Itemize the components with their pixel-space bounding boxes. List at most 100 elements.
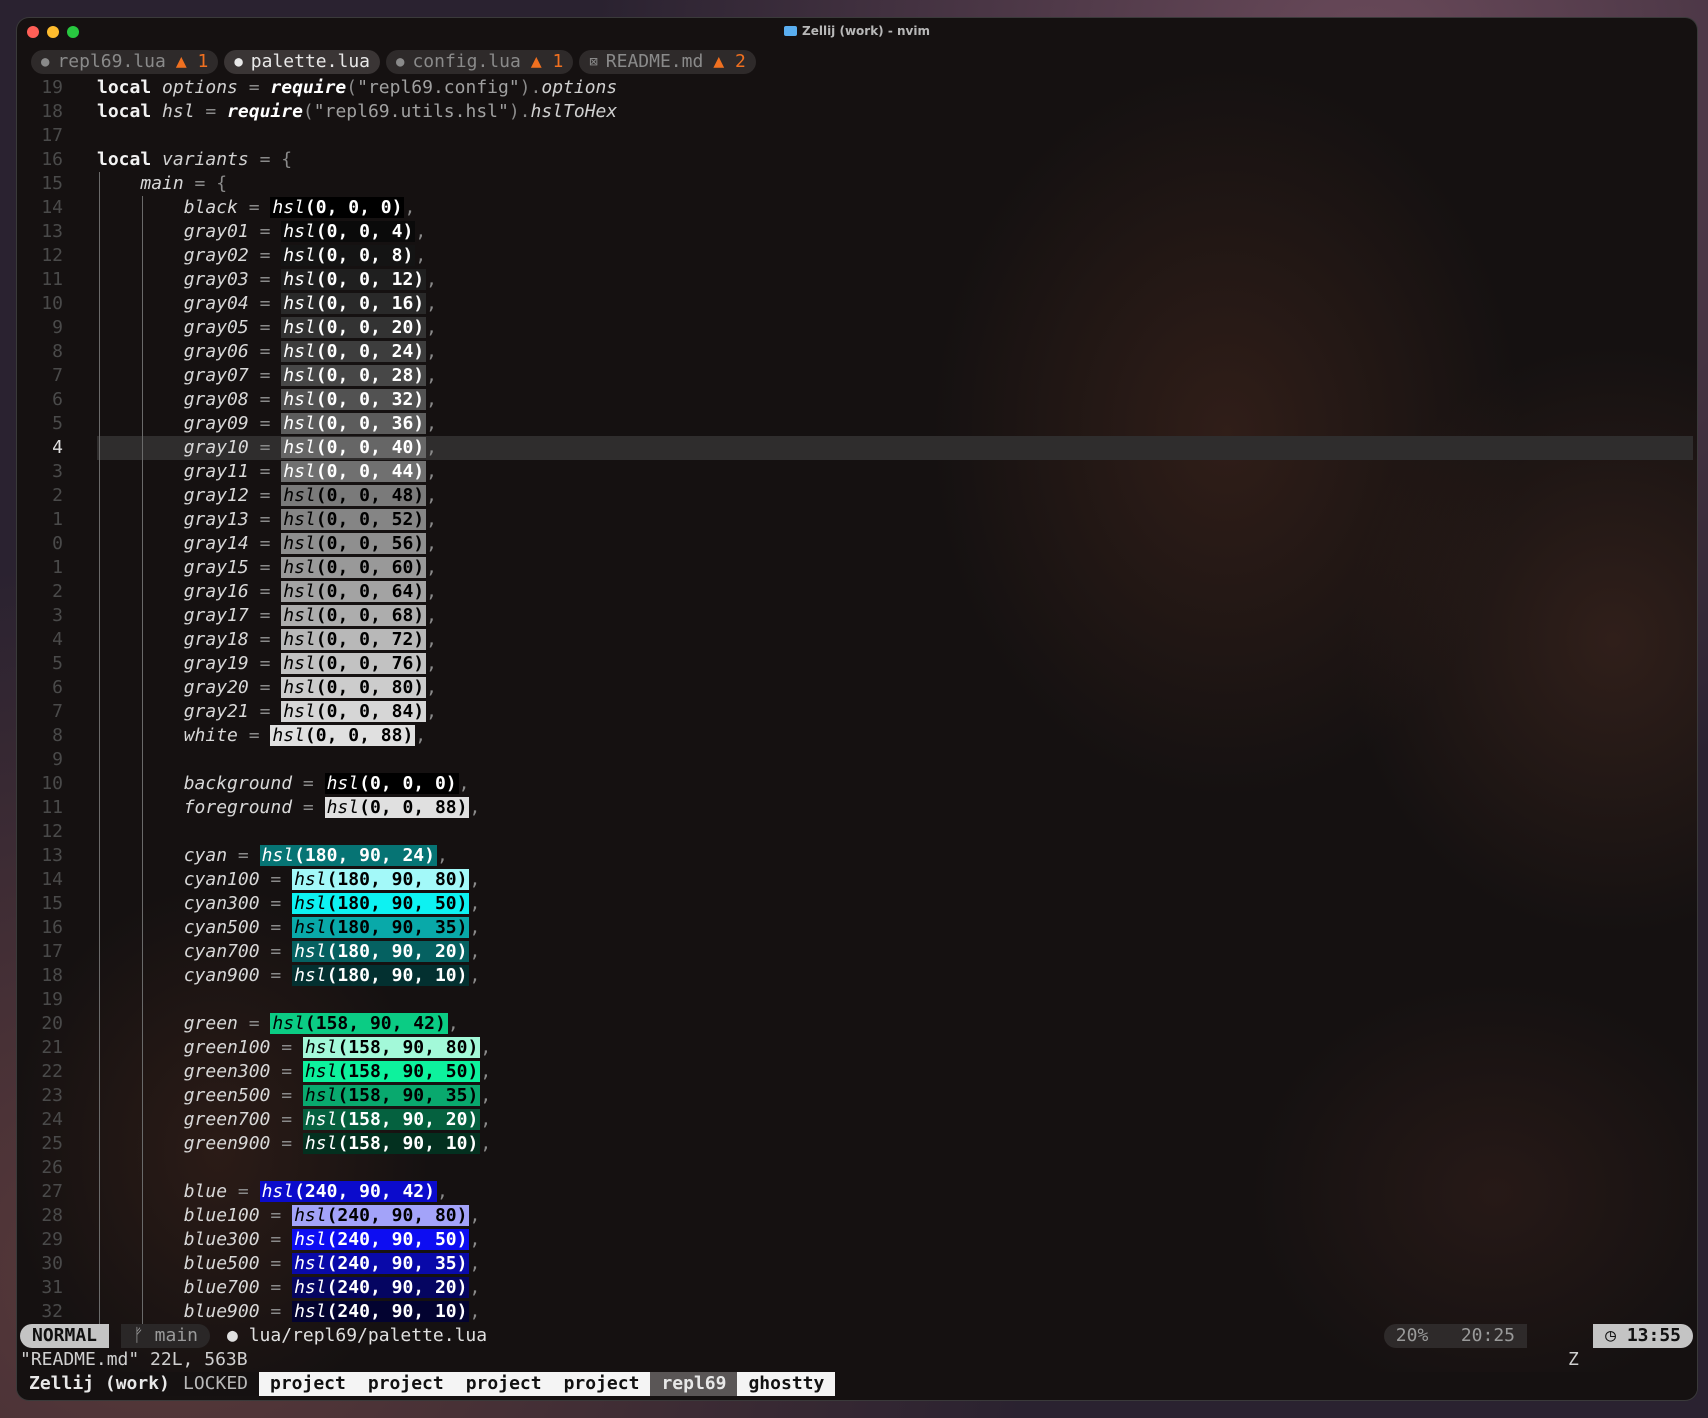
code-line[interactable]: 30 blue500 = hsl(240, 90, 35),	[17, 1252, 1697, 1276]
zellij-tab[interactable]: project	[454, 1372, 553, 1396]
statusline-file: ● lua/repl69/palette.lua	[227, 1324, 487, 1348]
code-line[interactable]: 12 gray02 = hsl(0, 0, 8),	[17, 244, 1697, 268]
hsl-args: (0, 0, 16)	[315, 293, 425, 314]
line-number: 8	[52, 341, 63, 362]
code-line[interactable]: 8 gray06 = hsl(0, 0, 24),	[17, 340, 1697, 364]
code-line[interactable]: 22 green300 = hsl(158, 90, 50),	[17, 1060, 1697, 1084]
code-line[interactable]: 4 gray18 = hsl(0, 0, 72),	[17, 628, 1697, 652]
token-punct: ,	[426, 533, 437, 554]
code-line[interactable]: 6 gray20 = hsl(0, 0, 80),	[17, 676, 1697, 700]
code-line[interactable]: 31 blue700 = hsl(240, 90, 20),	[17, 1276, 1697, 1300]
code-line[interactable]: 1 gray15 = hsl(0, 0, 60),	[17, 556, 1697, 580]
buffer-tab[interactable]: ⊠ README.md ▲ 2	[579, 50, 756, 74]
code-line[interactable]: 16 cyan500 = hsl(180, 90, 35),	[17, 916, 1697, 940]
code-line[interactable]: 9	[17, 748, 1697, 772]
code-line[interactable]: 3 gray17 = hsl(0, 0, 68),	[17, 604, 1697, 628]
code-text: gray03 = hsl(0, 0, 12),	[97, 268, 437, 292]
color-swatch: hsl(0, 0, 80)	[281, 677, 427, 698]
token-punct: ,	[426, 317, 437, 338]
code-text: green500 = hsl(158, 90, 35),	[97, 1084, 491, 1108]
code-line[interactable]: 5 gray09 = hsl(0, 0, 36),	[17, 412, 1697, 436]
code-line[interactable]: 26	[17, 1156, 1697, 1180]
code-text: gray21 = hsl(0, 0, 84),	[97, 700, 437, 724]
buffer-tab[interactable]: ● repl69.lua ▲ 1	[31, 50, 219, 74]
color-swatch: hsl(0, 0, 32)	[281, 389, 427, 410]
code-line[interactable]: 2 gray12 = hsl(0, 0, 48),	[17, 484, 1697, 508]
code-line[interactable]: 27 blue = hsl(240, 90, 42),	[17, 1180, 1697, 1204]
token-prop: gray04	[183, 293, 249, 314]
zellij-tab[interactable]: project	[356, 1372, 455, 1396]
token-prop: gray07	[183, 365, 249, 386]
code-line[interactable]: 13 cyan = hsl(180, 90, 24),	[17, 844, 1697, 868]
buffer-tabline: ● repl69.lua ▲ 1 ● palette.lua ● config.lua ▲ 1…	[31, 50, 756, 76]
code-line[interactable]: 8 white = hsl(0, 0, 88),	[17, 724, 1697, 748]
code-text: foreground = hsl(0, 0, 88),	[97, 796, 480, 820]
code-line[interactable]: 19 local options = require("repl69.config…	[17, 76, 1697, 100]
code-text: blue500 = hsl(240, 90, 35),	[97, 1252, 480, 1276]
color-swatch: hsl(180, 90, 50)	[292, 893, 470, 914]
code-line[interactable]: 7 gray21 = hsl(0, 0, 84),	[17, 700, 1697, 724]
code-text: gray16 = hsl(0, 0, 64),	[97, 580, 437, 604]
code-line[interactable]: 0 gray14 = hsl(0, 0, 56),	[17, 532, 1697, 556]
buffer-tab[interactable]: ● config.lua ▲ 1	[386, 50, 574, 74]
code-line[interactable]: 7 gray07 = hsl(0, 0, 28),	[17, 364, 1697, 388]
code-line[interactable]: 32 blue900 = hsl(240, 90, 10),	[17, 1300, 1697, 1324]
code-line[interactable]: 16 local variants = {	[17, 148, 1697, 172]
token-var: hsl	[162, 101, 195, 122]
code-line[interactable]: 12	[17, 820, 1697, 844]
code-text: gray17 = hsl(0, 0, 68),	[97, 604, 437, 628]
code-line[interactable]: 10 background = hsl(0, 0, 0),	[17, 772, 1697, 796]
zellij-lock-status[interactable]: LOCKED	[183, 1372, 248, 1396]
token-prop: blue900	[183, 1301, 260, 1322]
code-line[interactable]: 5 gray19 = hsl(0, 0, 76),	[17, 652, 1697, 676]
code-text: green700 = hsl(158, 90, 20),	[97, 1108, 491, 1132]
code-line[interactable]: 21 green100 = hsl(158, 90, 80),	[17, 1036, 1697, 1060]
zellij-tab[interactable]: ghostty	[737, 1372, 836, 1396]
code-line[interactable]: 24 green700 = hsl(158, 90, 20),	[17, 1108, 1697, 1132]
code-line[interactable]: 14 black = hsl(0, 0, 0),	[17, 196, 1697, 220]
buffer-tab[interactable]: ● palette.lua	[224, 50, 380, 74]
code-line[interactable]: 1 gray13 = hsl(0, 0, 52),	[17, 508, 1697, 532]
code-line[interactable]: 14 cyan100 = hsl(180, 90, 80),	[17, 868, 1697, 892]
token-punct: =	[194, 101, 228, 122]
hsl-args: (0, 0, 72)	[315, 629, 425, 650]
code-line[interactable]: 4 gray10 = hsl(0, 0, 40),	[17, 436, 1697, 460]
code-line[interactable]: 17	[17, 124, 1697, 148]
code-line[interactable]: 15 main = {	[17, 172, 1697, 196]
code-line[interactable]: 23 green500 = hsl(158, 90, 35),	[17, 1084, 1697, 1108]
hsl-call: hsl	[283, 581, 316, 602]
code-line[interactable]: 28 blue100 = hsl(240, 90, 80),	[17, 1204, 1697, 1228]
code-line[interactable]: 11 gray03 = hsl(0, 0, 12),	[17, 268, 1697, 292]
code-line[interactable]: 2 gray16 = hsl(0, 0, 64),	[17, 580, 1697, 604]
token-punct: =	[292, 797, 325, 818]
token-punct: =	[248, 269, 282, 290]
code-line[interactable]: 19	[17, 988, 1697, 1012]
code-line[interactable]: 13 gray01 = hsl(0, 0, 4),	[17, 220, 1697, 244]
code-editor[interactable]: 19 local options = require("repl69.config…	[17, 76, 1697, 1324]
token-prop: gray02	[183, 245, 249, 266]
hsl-call: hsl	[283, 461, 316, 482]
code-line[interactable]: 10 gray04 = hsl(0, 0, 16),	[17, 292, 1697, 316]
code-line[interactable]: 25 green900 = hsl(158, 90, 10),	[17, 1132, 1697, 1156]
code-line[interactable]: 6 gray08 = hsl(0, 0, 32),	[17, 388, 1697, 412]
hsl-args: (0, 0, 0)	[304, 197, 403, 218]
zellij-tab[interactable]: project	[552, 1372, 651, 1396]
line-number: 20	[41, 1013, 63, 1034]
code-line[interactable]: 9 gray05 = hsl(0, 0, 20),	[17, 316, 1697, 340]
zellij-tab[interactable]: repl69	[650, 1372, 738, 1396]
code-text: main = {	[97, 172, 227, 196]
hsl-args: (0, 0, 76)	[315, 653, 425, 674]
code-text: local options = require("repl69.config")…	[97, 76, 617, 100]
code-line[interactable]: 18 local hsl = require("repl69.utils.hsl"…	[17, 100, 1697, 124]
hsl-call: hsl	[304, 1085, 338, 1106]
code-line[interactable]: 18 cyan900 = hsl(180, 90, 10),	[17, 964, 1697, 988]
code-line[interactable]: 29 blue300 = hsl(240, 90, 50),	[17, 1228, 1697, 1252]
code-line[interactable]: 11 foreground = hsl(0, 0, 88),	[17, 796, 1697, 820]
zellij-tab-bar: Zellij (work) LOCKED project project proje…	[17, 1372, 1697, 1396]
hsl-args: (0, 0, 88)	[359, 797, 468, 818]
code-line[interactable]: 3 gray11 = hsl(0, 0, 44),	[17, 460, 1697, 484]
code-line[interactable]: 20 green = hsl(158, 90, 42),	[17, 1012, 1697, 1036]
zellij-tab[interactable]: project	[259, 1372, 357, 1396]
code-line[interactable]: 17 cyan700 = hsl(180, 90, 20),	[17, 940, 1697, 964]
code-line[interactable]: 15 cyan300 = hsl(180, 90, 50),	[17, 892, 1697, 916]
